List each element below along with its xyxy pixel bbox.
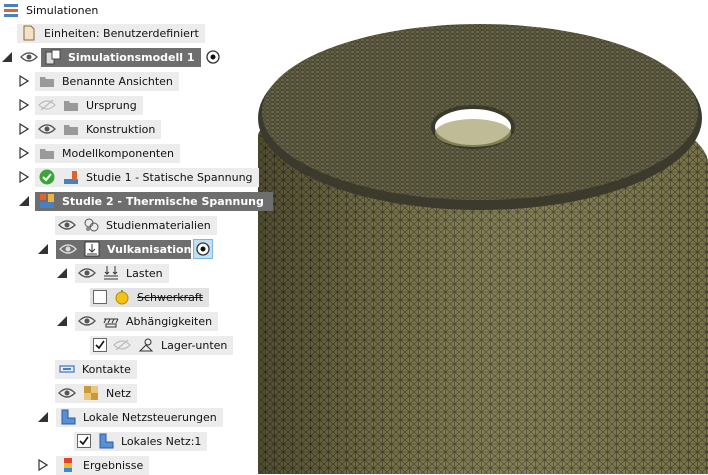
expanded-triangle-icon[interactable] <box>36 410 50 424</box>
load-case-label: Vulkanisation <box>107 242 192 256</box>
expanded-triangle-icon[interactable] <box>0 50 14 64</box>
gravity-label: Schwerkraft <box>137 290 203 304</box>
gravity-icon <box>113 288 131 306</box>
eye-icon[interactable] <box>59 240 77 258</box>
eye-hidden-icon[interactable] <box>113 336 131 354</box>
sim-model-label: Simulationsmodell 1 <box>68 50 195 64</box>
mesh-label: Netz <box>106 386 132 400</box>
local-mesh-icon <box>97 432 115 450</box>
model-components-node[interactable]: Modellkomponenten <box>17 143 180 163</box>
bearing-icon <box>137 336 155 354</box>
eye-icon[interactable] <box>78 312 96 330</box>
results-node[interactable]: Ergebnisse <box>36 455 150 475</box>
folder-icon <box>62 96 80 114</box>
root-label: Simulationen <box>26 3 99 17</box>
static-stress-study-icon <box>62 168 80 186</box>
contacts-label: Kontakte <box>82 362 131 376</box>
simulation-model-icon <box>44 48 62 66</box>
collapsed-triangle-icon[interactable] <box>17 98 31 112</box>
local-mesh-controls-label: Lokale Netzsteuerungen <box>83 410 217 424</box>
local-mesh-label: Lokales Netz:1 <box>121 434 202 448</box>
collapsed-triangle-icon[interactable] <box>17 170 31 184</box>
collapsed-triangle-icon[interactable] <box>17 74 31 88</box>
gravity-node[interactable]: Schwerkraft <box>90 287 209 307</box>
constraints-label: Abhängigkeiten <box>126 314 213 328</box>
eye-icon[interactable] <box>78 264 96 282</box>
study2-node[interactable]: Studie 2 - Thermische Spannung <box>17 191 273 211</box>
constraints-icon <box>102 312 120 330</box>
eye-icon[interactable] <box>38 120 56 138</box>
collapsed-triangle-icon[interactable] <box>17 146 31 160</box>
model-components-label: Modellkomponenten <box>62 146 174 160</box>
load-case-icon <box>83 240 101 258</box>
eye-icon[interactable] <box>20 48 38 66</box>
constraints-node[interactable]: Abhängigkeiten <box>55 311 219 331</box>
folder-icon <box>62 120 80 138</box>
contacts-icon <box>58 360 76 378</box>
document-icon <box>20 24 38 42</box>
eye-hidden-icon[interactable] <box>38 96 56 114</box>
units-node[interactable]: Einheiten: Benutzerdefiniert <box>17 23 205 43</box>
load-case-node[interactable]: Vulkanisation <box>36 239 213 259</box>
gravity-checkbox[interactable] <box>93 290 107 304</box>
study-materials-node[interactable]: Studienmaterialien <box>55 215 217 235</box>
collapsed-triangle-icon[interactable] <box>17 122 31 136</box>
thermal-stress-study-icon <box>38 192 56 210</box>
local-mesh-node[interactable]: Lokales Netz:1 <box>74 431 208 451</box>
origin-node[interactable]: Ursprung <box>17 95 143 115</box>
collapsed-triangle-icon[interactable] <box>36 458 50 472</box>
bearing-checkbox[interactable] <box>93 338 107 352</box>
expanded-triangle-icon[interactable] <box>17 194 31 208</box>
expanded-triangle-icon[interactable] <box>55 314 69 328</box>
local-mesh-controls-icon <box>59 408 77 426</box>
expanded-triangle-icon[interactable] <box>55 266 69 280</box>
study-materials-label: Studienmaterialien <box>106 218 211 232</box>
activate-radio-icon[interactable] <box>203 47 223 67</box>
mesh-icon <box>82 384 100 402</box>
active-load-case-radio-icon[interactable] <box>193 239 213 259</box>
tree-root[interactable]: Simulationen <box>2 0 105 20</box>
materials-icon <box>82 216 100 234</box>
units-label: Einheiten: Benutzerdefiniert <box>44 26 199 40</box>
origin-label: Ursprung <box>86 98 137 112</box>
named-views-node[interactable]: Benannte Ansichten <box>17 71 179 91</box>
local-mesh-checkbox[interactable] <box>77 434 91 448</box>
eye-icon[interactable] <box>58 216 76 234</box>
contacts-node[interactable]: Kontakte <box>55 359 137 379</box>
study2-label: Studie 2 - Thermische Spannung <box>62 194 264 208</box>
eye-icon[interactable] <box>58 384 76 402</box>
simulations-icon <box>2 1 20 19</box>
check-icon <box>38 168 56 186</box>
results-icon <box>59 456 77 474</box>
construction-node[interactable]: Konstruktion <box>17 119 162 139</box>
bearing-label: Lager-unten <box>161 338 228 352</box>
loads-icon <box>102 264 120 282</box>
loads-label: Lasten <box>126 266 163 280</box>
bearing-node[interactable]: Lager-unten <box>90 335 234 355</box>
sim-model-node[interactable]: Simulationsmodell 1 <box>0 47 223 67</box>
named-views-label: Benannte Ansichten <box>62 74 173 88</box>
loads-node[interactable]: Lasten <box>55 263 169 283</box>
construction-label: Konstruktion <box>86 122 156 136</box>
folder-icon <box>38 144 56 162</box>
study1-node[interactable]: Studie 1 - Statische Spannung <box>17 167 259 187</box>
expanded-triangle-icon[interactable] <box>36 242 50 256</box>
mesh-node[interactable]: Netz <box>55 383 138 403</box>
folder-icon <box>38 72 56 90</box>
study1-label: Studie 1 - Statische Spannung <box>86 170 253 184</box>
local-mesh-controls-node[interactable]: Lokale Netzsteuerungen <box>36 407 223 427</box>
results-label: Ergebnisse <box>83 458 144 472</box>
